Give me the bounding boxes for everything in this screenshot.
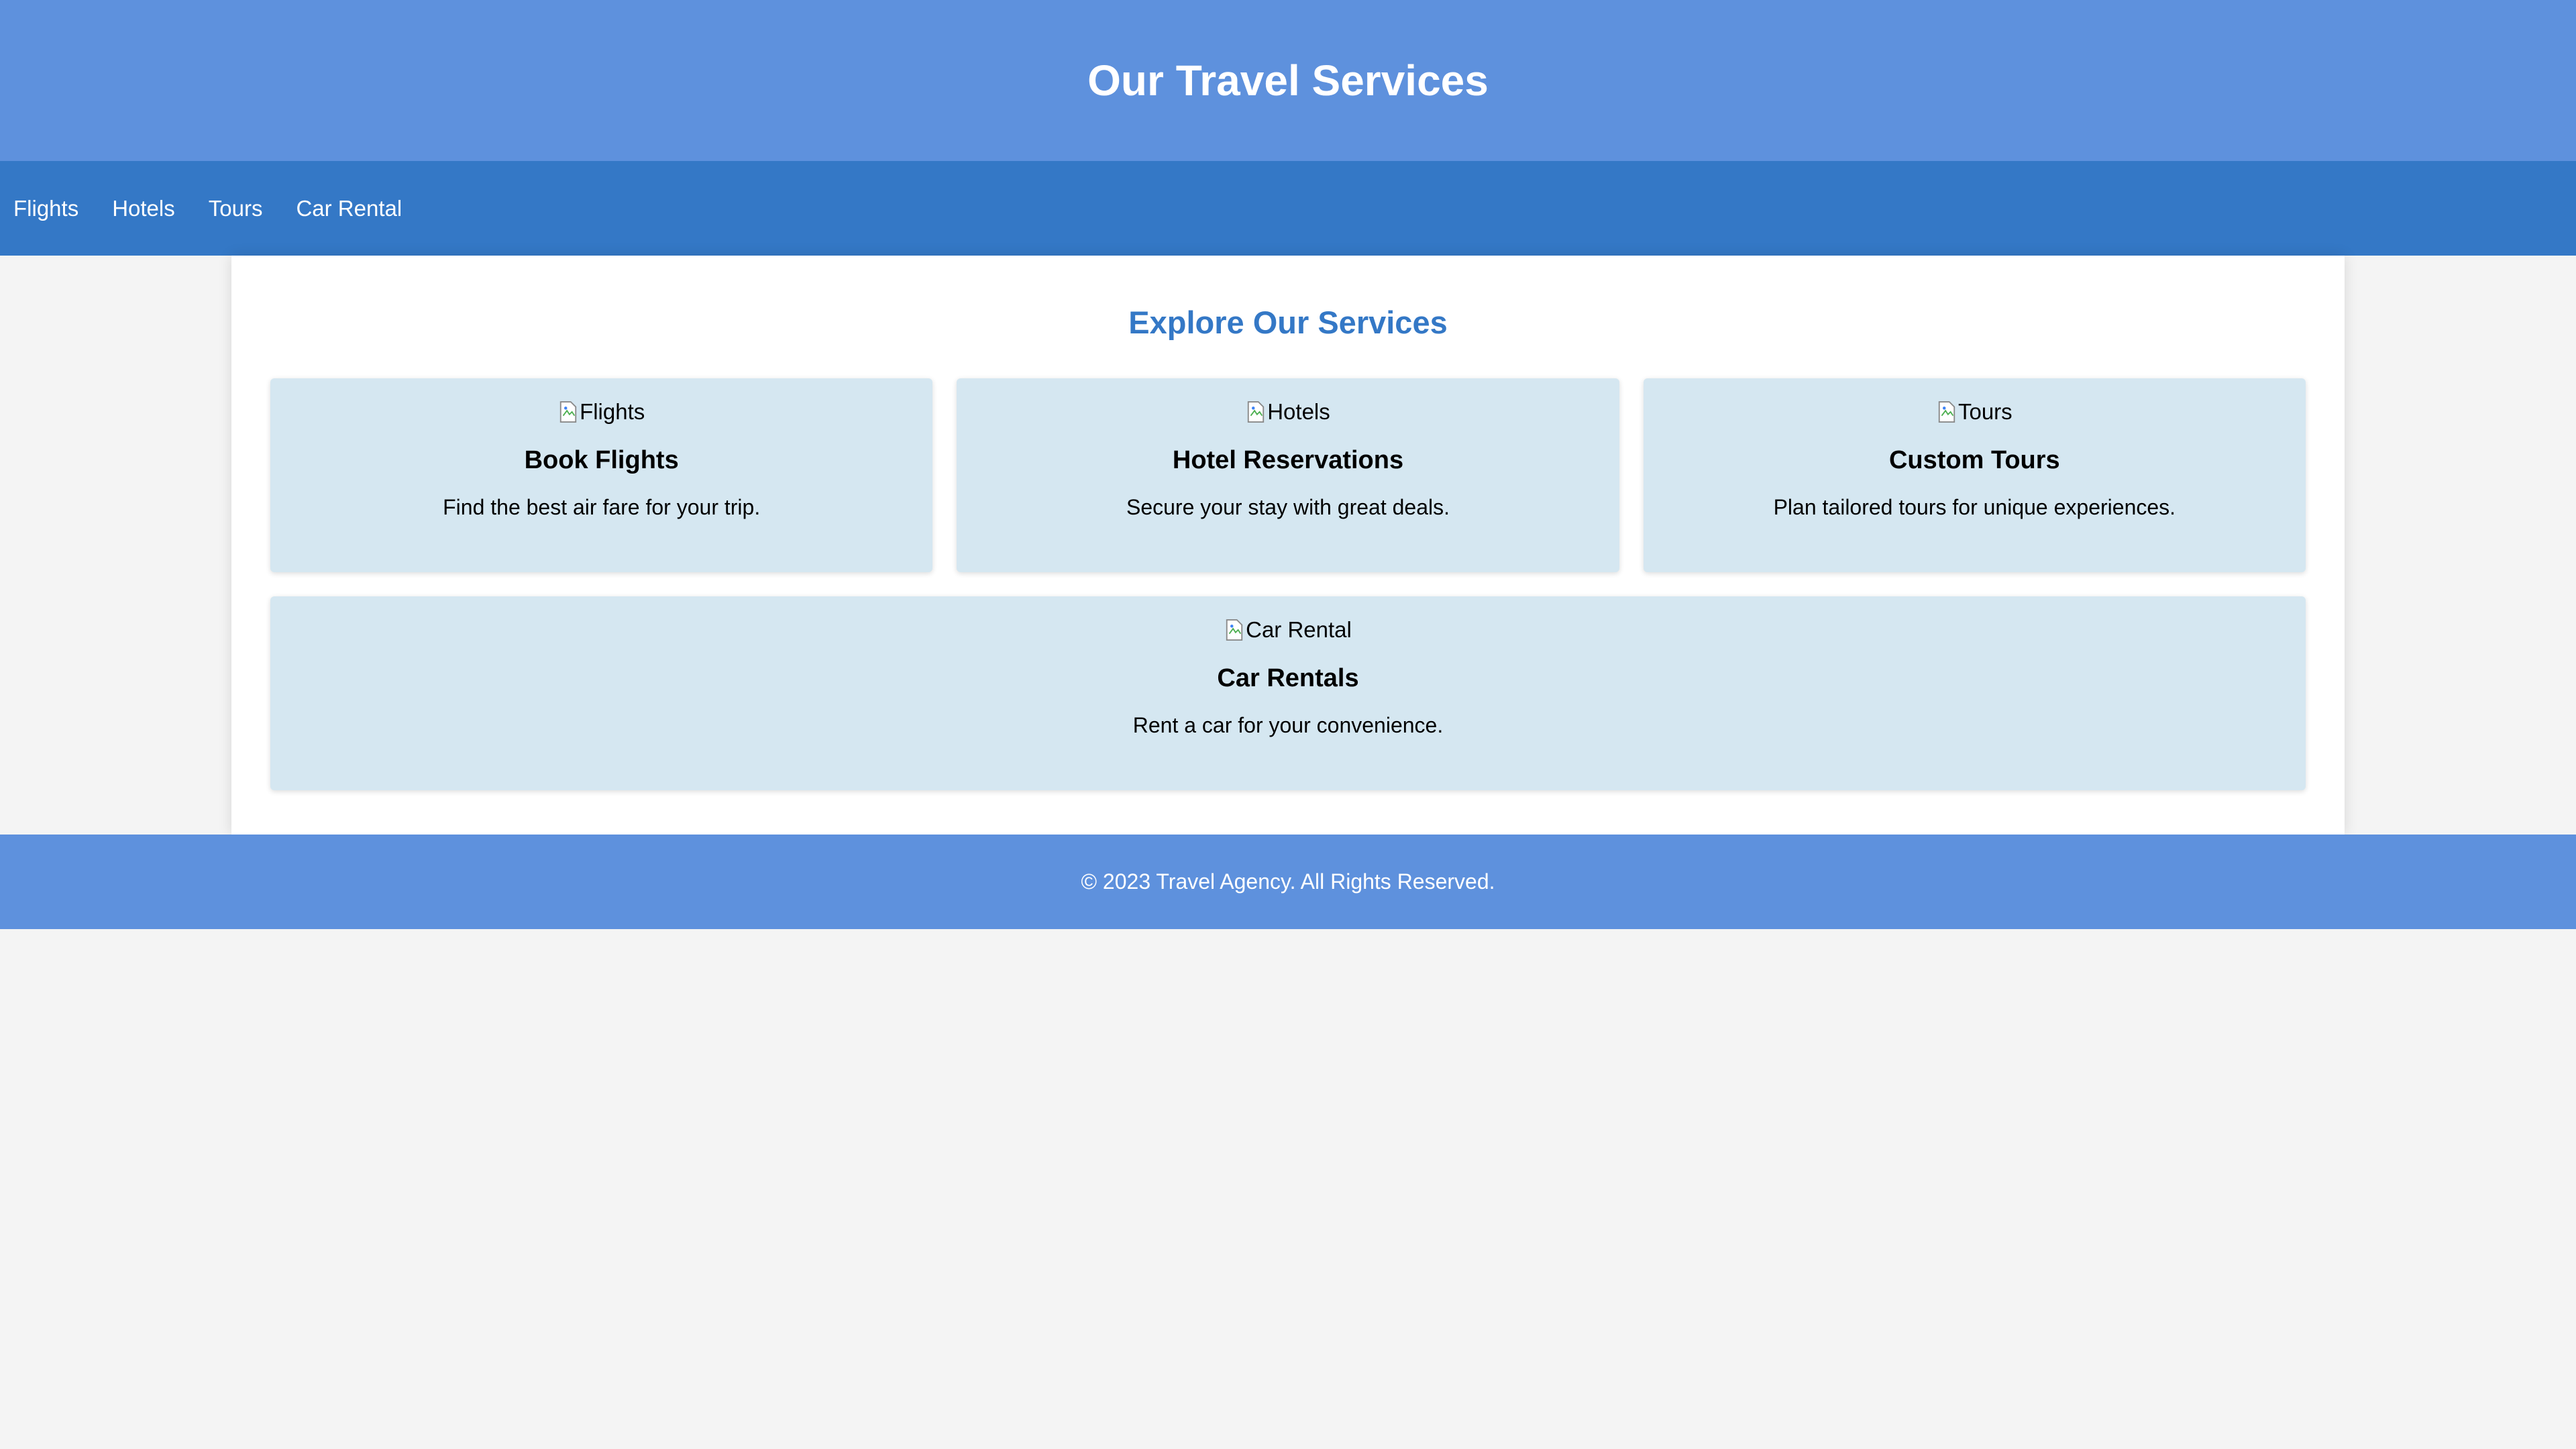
service-card-flights: Flights Book Flights Find the best air f… bbox=[270, 378, 933, 572]
broken-image-icon bbox=[559, 401, 577, 423]
section-title: Explore Our Services bbox=[1128, 305, 1448, 340]
card-description: Secure your stay with great deals. bbox=[1126, 495, 1450, 519]
card-title: Car Rentals bbox=[1217, 664, 1359, 692]
services-grid: Flights Book Flights Find the best air f… bbox=[270, 378, 2306, 790]
card-description: Plan tailored tours for unique experienc… bbox=[1773, 495, 2176, 519]
card-title: Hotel Reservations bbox=[1172, 446, 1404, 474]
services-container: Explore Our Services Flights Book Flight… bbox=[231, 256, 2345, 835]
service-card-tours: Tours Custom Tours Plan tailored tours f… bbox=[1643, 378, 2306, 572]
nav-link-hotels[interactable]: Hotels bbox=[112, 196, 175, 221]
broken-image-icon bbox=[1248, 401, 1265, 423]
card-image-alt: Tours bbox=[1957, 399, 2012, 424]
site-footer: © 2023 Travel Agency. All Rights Reserve… bbox=[0, 835, 2576, 929]
service-card-hotels: Hotels Hotel Reservations Secure your st… bbox=[957, 378, 1619, 572]
copyright-text: © 2023 Travel Agency. All Rights Reserve… bbox=[1081, 869, 1495, 894]
card-image-car-rental: Car Rental bbox=[1224, 616, 1352, 643]
card-image-alt: Flights bbox=[580, 399, 645, 424]
card-image-tours: Tours bbox=[1937, 398, 2012, 425]
card-description: Find the best air fare for your trip. bbox=[443, 495, 761, 519]
card-image-alt: Hotels bbox=[1267, 399, 1330, 424]
broken-image-icon bbox=[1226, 619, 1243, 641]
service-card-car-rental: Car Rental Car Rentals Rent a car for yo… bbox=[270, 596, 2306, 790]
nav-link-flights[interactable]: Flights bbox=[13, 196, 78, 221]
nav-link-car-rental[interactable]: Car Rental bbox=[296, 196, 402, 221]
card-description: Rent a car for your convenience. bbox=[1132, 713, 1444, 737]
nav-link-tours[interactable]: Tours bbox=[209, 196, 263, 221]
card-title: Book Flights bbox=[524, 446, 679, 474]
card-image-hotels: Hotels bbox=[1246, 398, 1330, 425]
card-image-alt: Car Rental bbox=[1246, 617, 1352, 642]
page-title: Our Travel Services bbox=[1087, 56, 1489, 105]
site-header: Our Travel Services bbox=[0, 0, 2576, 161]
card-title: Custom Tours bbox=[1888, 446, 2060, 474]
broken-image-icon bbox=[1938, 401, 1955, 423]
main-nav: Flights Hotels Tours Car Rental bbox=[0, 161, 2576, 256]
card-image-flights: Flights bbox=[558, 398, 645, 425]
